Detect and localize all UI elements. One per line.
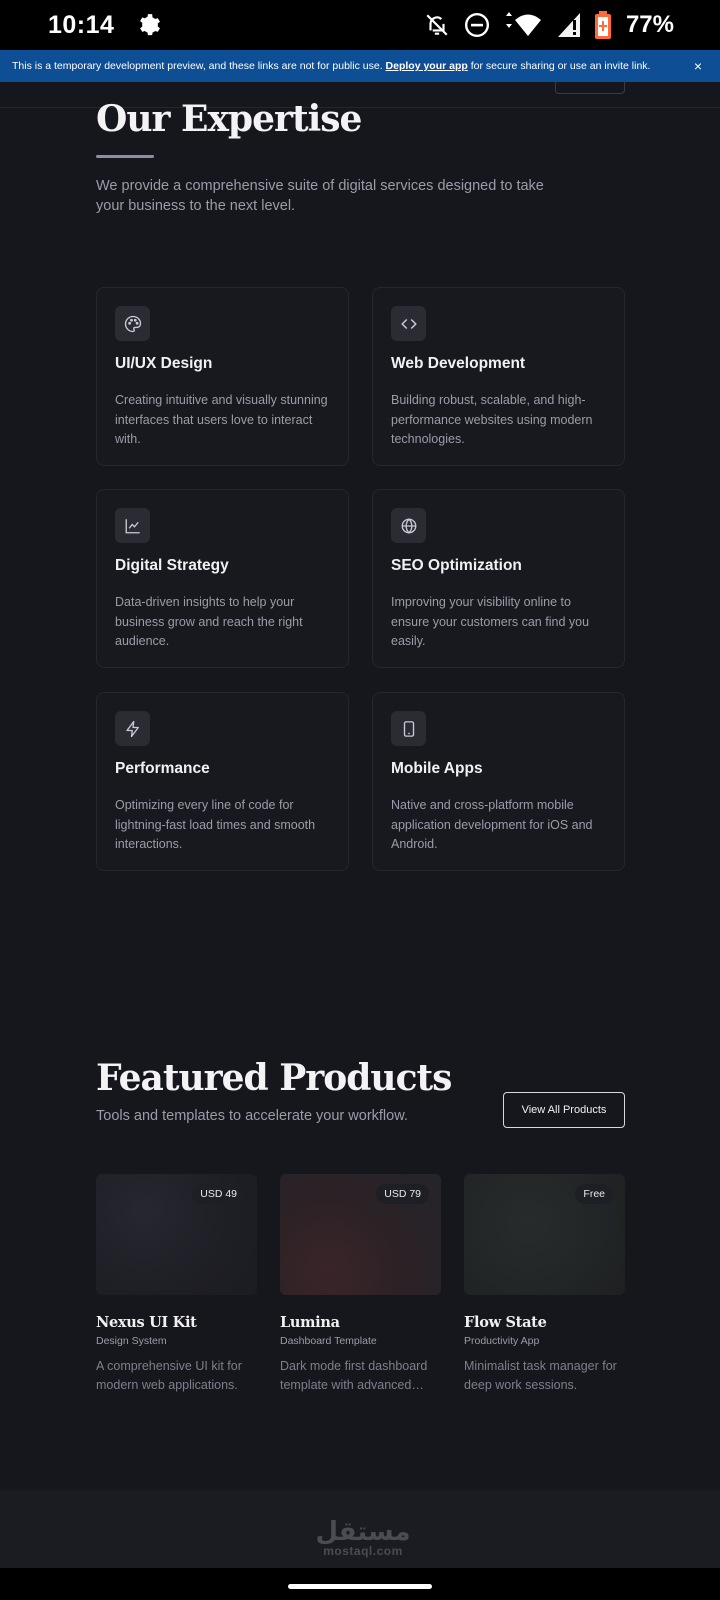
home-gesture-handle[interactable] — [288, 1584, 432, 1589]
service-card[interactable]: SEO Optimization Improving your visibili… — [372, 489, 625, 668]
product-description: Dark mode first dashboard template with … — [280, 1359, 428, 1392]
globe-icon — [391, 508, 426, 543]
deploy-app-link[interactable]: Deploy your app — [386, 60, 468, 72]
product-card[interactable]: Free Flow State Productivity App Minimal… — [464, 1174, 625, 1394]
product-name[interactable]: Lumina — [280, 1314, 441, 1331]
expertise-title: Our Expertise — [96, 98, 362, 140]
service-card[interactable]: Digital Strategy Data-driven insights to… — [96, 489, 349, 668]
product-thumbnail[interactable]: USD 79 — [280, 1174, 441, 1295]
product-thumbnail[interactable]: USD 49 — [96, 1174, 257, 1295]
battery-percent: 77% — [625, 11, 674, 38]
product-description: A comprehensive UI kit for modern web ap… — [96, 1359, 242, 1392]
smartphone-icon — [391, 711, 426, 746]
status-time: 10:14 — [48, 10, 115, 39]
featured-products-title: Featured Products — [96, 1057, 452, 1099]
service-description: Building robust, scalable, and high-perf… — [391, 393, 593, 446]
watermark-latin: mostaql.com — [323, 1544, 403, 1558]
product-card[interactable]: USD 79 Lumina Dashboard Template Dark mo… — [280, 1174, 441, 1394]
product-card[interactable]: USD 49 Nexus UI Kit Design System A comp… — [96, 1174, 257, 1394]
mostaql-watermark: مستقل mostaql.com — [308, 1518, 418, 1558]
status-bar: 10:14 77% — [0, 0, 720, 50]
price-badge: USD 49 — [192, 1184, 245, 1204]
wifi-icon — [504, 12, 544, 38]
header-button[interactable] — [555, 82, 625, 94]
product-name[interactable]: Flow State — [464, 1314, 625, 1331]
service-title: Digital Strategy — [115, 557, 229, 574]
product-category: Design System — [96, 1335, 167, 1347]
banner-text-before: This is a temporary development preview,… — [12, 60, 386, 72]
product-category: Productivity App — [464, 1335, 540, 1347]
expertise-subtitle: We provide a comprehensive suite of digi… — [96, 178, 544, 214]
signal-icon — [557, 13, 580, 37]
watermark-arabic: مستقل — [315, 1516, 411, 1546]
palette-icon — [115, 306, 150, 341]
service-description: Native and cross-platform mobile applica… — [391, 798, 593, 851]
service-title: UI/UX Design — [115, 355, 213, 372]
service-description: Improving your visibility online to ensu… — [391, 595, 590, 648]
lightning-icon — [115, 711, 150, 746]
service-card[interactable]: Performance Optimizing every line of cod… — [96, 692, 349, 871]
notifications-off-icon — [424, 12, 450, 38]
price-badge: USD 79 — [376, 1184, 429, 1204]
banner-text: This is a temporary development preview,… — [12, 60, 688, 72]
product-category: Dashboard Template — [280, 1335, 377, 1347]
service-description: Data-driven insights to help your busine… — [115, 595, 303, 648]
banner-text-after: for secure sharing or use an invite link… — [467, 60, 651, 72]
view-all-products-button[interactable]: View All Products — [503, 1092, 625, 1128]
service-title: Mobile Apps — [391, 760, 483, 777]
product-description: Minimalist task manager for deep work se… — [464, 1359, 617, 1392]
price-badge: Free — [575, 1184, 613, 1204]
banner-close-icon[interactable]: × — [688, 58, 708, 74]
code-icon — [391, 306, 426, 341]
title-underline — [96, 155, 154, 158]
service-card[interactable]: Web Development Building robust, scalabl… — [372, 287, 625, 466]
service-card[interactable]: UI/UX Design Creating intuitive and visu… — [96, 287, 349, 466]
product-thumbnail[interactable]: Free — [464, 1174, 625, 1295]
do-not-disturb-icon — [464, 12, 490, 38]
chart-line-icon — [115, 508, 150, 543]
service-title: Web Development — [391, 355, 526, 372]
featured-products-subtitle: Tools and templates to accelerate your w… — [96, 1108, 408, 1124]
dev-preview-banner: This is a temporary development preview,… — [0, 50, 720, 82]
service-description: Optimizing every line of code for lightn… — [115, 798, 316, 851]
service-description: Creating intuitive and visually stunning… — [115, 393, 328, 446]
service-title: SEO Optimization — [391, 557, 522, 574]
product-name[interactable]: Nexus UI Kit — [96, 1314, 257, 1331]
service-title: Performance — [115, 760, 210, 777]
battery-icon — [594, 11, 612, 39]
service-card[interactable]: Mobile Apps Native and cross-platform mo… — [372, 692, 625, 871]
settings-icon — [136, 12, 162, 38]
